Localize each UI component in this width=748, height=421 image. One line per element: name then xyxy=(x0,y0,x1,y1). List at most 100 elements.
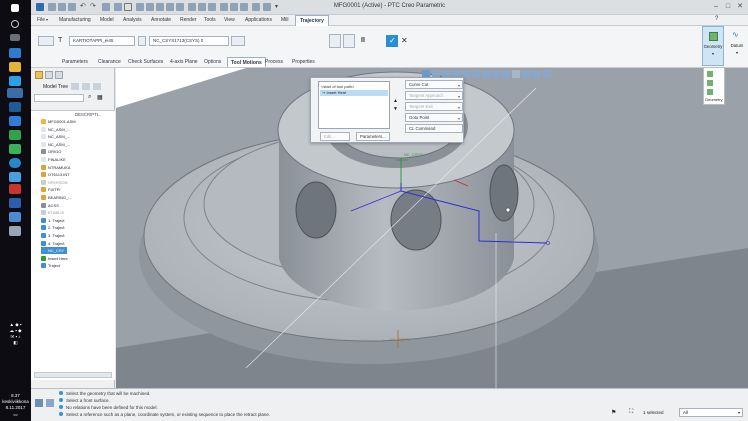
menu-mill[interactable]: Mill xyxy=(281,17,289,23)
annotation-display-icon[interactable] xyxy=(522,70,530,78)
tree-item[interactable]: 3. Traject xyxy=(41,232,64,239)
tree-item[interactable]: NC_ASM_... xyxy=(41,126,70,133)
geometry-group[interactable]: Geometry ▾ xyxy=(702,26,724,66)
tree-columns-icon[interactable]: ▦ xyxy=(97,94,103,101)
tree-item[interactable]: ORIGO xyxy=(41,148,61,155)
saved-views-icon[interactable] xyxy=(472,70,480,78)
tree-item[interactable]: MFG0001.ASM xyxy=(41,118,76,125)
geometry-option-2-icon[interactable] xyxy=(707,80,713,86)
tool-path-point[interactable] xyxy=(505,207,511,213)
flag-icon[interactable]: ⚑ xyxy=(611,409,616,416)
datum-display-icon[interactable] xyxy=(502,70,510,78)
tree-settings-icon[interactable] xyxy=(71,83,79,90)
model-tree-tab-icon[interactable] xyxy=(35,71,43,79)
show-browser-icon[interactable] xyxy=(46,399,54,407)
menu-manufacturing[interactable]: Manufacturing xyxy=(59,17,91,23)
tangent-exit-dropdown[interactable]: Tangent Exit ▾ xyxy=(405,102,463,111)
tree-item[interactable]: NC_CSY xyxy=(41,247,68,255)
menu-model[interactable]: Model xyxy=(100,17,114,23)
tab-properties[interactable]: Properties xyxy=(292,57,315,67)
tool-manager-icon[interactable] xyxy=(138,36,146,46)
geometry-option-3-icon[interactable] xyxy=(707,89,713,95)
tangent-approach-dropdown[interactable]: Tangent Approach ▾ xyxy=(405,91,463,100)
tree-column-header[interactable]: DESCRIPTI... xyxy=(75,112,102,117)
folder-browser-tab-icon[interactable] xyxy=(45,71,53,79)
file-explorer-icon[interactable] xyxy=(9,62,21,72)
tree-item[interactable]: BEARING_... xyxy=(41,194,72,201)
csys-field[interactable]: NC_CSYS1713(CSYS) 0 xyxy=(149,36,229,46)
tab-clearance[interactable]: Clearance xyxy=(98,57,121,67)
curve-cut-dropdown[interactable]: Curve Cut ▾ xyxy=(405,80,463,89)
move-down-icon[interactable]: ▼ xyxy=(393,106,398,112)
verify-icon[interactable] xyxy=(343,34,355,48)
ok-check-icon[interactable]: ✓ xyxy=(386,35,398,47)
insert-here-row[interactable]: ➜ Insert Here xyxy=(320,90,388,96)
menu-applications[interactable]: Applications xyxy=(245,17,272,23)
app-icon-5[interactable] xyxy=(9,158,21,168)
tool-dropdown[interactable]: KARTIOTAPPI_ei45 xyxy=(69,36,135,46)
reference-icon[interactable] xyxy=(231,36,245,46)
view-manager-icon[interactable] xyxy=(482,70,490,78)
favorites-tab-icon[interactable] xyxy=(55,71,63,79)
app-icon-6[interactable] xyxy=(9,172,21,182)
menu-file[interactable]: File xyxy=(37,17,45,23)
tree-show-icon[interactable] xyxy=(82,83,90,90)
tree-item[interactable]: Traject xyxy=(41,262,60,269)
selection-filter-dropdown[interactable]: All ▾ xyxy=(679,408,743,417)
app-icon-2[interactable] xyxy=(9,116,21,126)
toolbar-extra-icon[interactable] xyxy=(543,70,551,78)
tab-4-axis-plane[interactable]: 4-axis Plane xyxy=(170,57,198,67)
tree-item[interactable]: 2. Traject xyxy=(41,224,64,231)
tab-process[interactable]: Process xyxy=(265,57,283,67)
menu-view[interactable]: View xyxy=(224,17,235,23)
tree-item[interactable]: ACSS xyxy=(41,202,59,209)
menu-analysis[interactable]: Analysis xyxy=(123,17,142,23)
datum-group[interactable]: ∿ Datum ▾ xyxy=(726,26,748,66)
tree-item[interactable]: NTRAMUKA xyxy=(41,164,70,171)
simulation-icon[interactable] xyxy=(532,70,540,78)
move-up-icon[interactable]: ▲ xyxy=(393,98,398,104)
tree-filter-icon[interactable] xyxy=(93,83,101,90)
cancel-x-icon[interactable]: ✕ xyxy=(400,35,410,47)
edge-browser-icon[interactable] xyxy=(9,48,21,58)
display-toolpath-icon[interactable] xyxy=(329,34,341,48)
menu-annotate[interactable]: Annotate xyxy=(151,17,171,23)
tray-icons[interactable]: ▲ ◆ ▪ ☁ ▪ ◆ ✉ ▪ ♪ ◧ xyxy=(0,322,31,346)
store-icon[interactable] xyxy=(9,76,21,86)
help-icon[interactable]: ? xyxy=(715,16,718,22)
tab-options[interactable]: Options xyxy=(204,57,221,67)
tree-item[interactable]: Insert Here xyxy=(41,255,68,262)
app-icon-1[interactable] xyxy=(9,102,21,112)
tree-item[interactable]: FIXTPI xyxy=(41,186,60,193)
tree-item[interactable]: SPERSON xyxy=(41,179,68,186)
tree-item[interactable]: NC_ASM_... xyxy=(41,133,70,140)
tree-item[interactable]: 1. Traject xyxy=(41,217,64,224)
show-navigator-icon[interactable] xyxy=(35,399,43,407)
graphics-window[interactable]: NC_CSYS NC_CSYS <start of tool path> ➜ I… xyxy=(116,68,748,388)
selection-tools-icon[interactable]: ⛶ xyxy=(629,409,633,416)
tree-item[interactable]: FINALIKE xyxy=(41,156,66,163)
tab-parameters[interactable]: Parameters xyxy=(62,57,88,67)
task-view-icon[interactable] xyxy=(10,34,20,41)
tab-check-surfaces[interactable]: Check Surfaces xyxy=(128,57,163,67)
windows-start-icon[interactable] xyxy=(11,4,19,12)
geometry-option-1-icon[interactable] xyxy=(707,71,713,77)
menu-tools[interactable]: Tools xyxy=(204,17,216,23)
menu-render[interactable]: Render xyxy=(180,17,196,23)
maximize-icon[interactable]: □ xyxy=(723,2,733,12)
notification-icon[interactable]: ▭ xyxy=(0,412,31,418)
edit-button[interactable]: Edit... xyxy=(320,132,350,141)
goto-point-dropdown[interactable]: Goto Point ▾ xyxy=(405,113,463,122)
menu-trajectory[interactable]: Trajectory xyxy=(295,15,329,26)
spin-center-icon[interactable] xyxy=(512,70,520,78)
parameters-button[interactable]: Parameters... xyxy=(356,132,390,141)
app-icon-8[interactable] xyxy=(9,198,21,208)
minimize-icon[interactable]: – xyxy=(711,2,721,12)
tool-motion-list[interactable]: <start of tool path> ➜ Insert Here xyxy=(318,81,390,129)
creo-taskbar-icon[interactable] xyxy=(7,88,23,98)
tree-horizontal-scrollbar[interactable] xyxy=(34,372,112,378)
tree-item[interactable]: OT6113.INT xyxy=(41,171,70,178)
file-chevron-icon[interactable]: ▾ xyxy=(46,17,48,22)
app-icon-4[interactable] xyxy=(9,144,21,154)
app-icon-10[interactable] xyxy=(9,226,21,236)
